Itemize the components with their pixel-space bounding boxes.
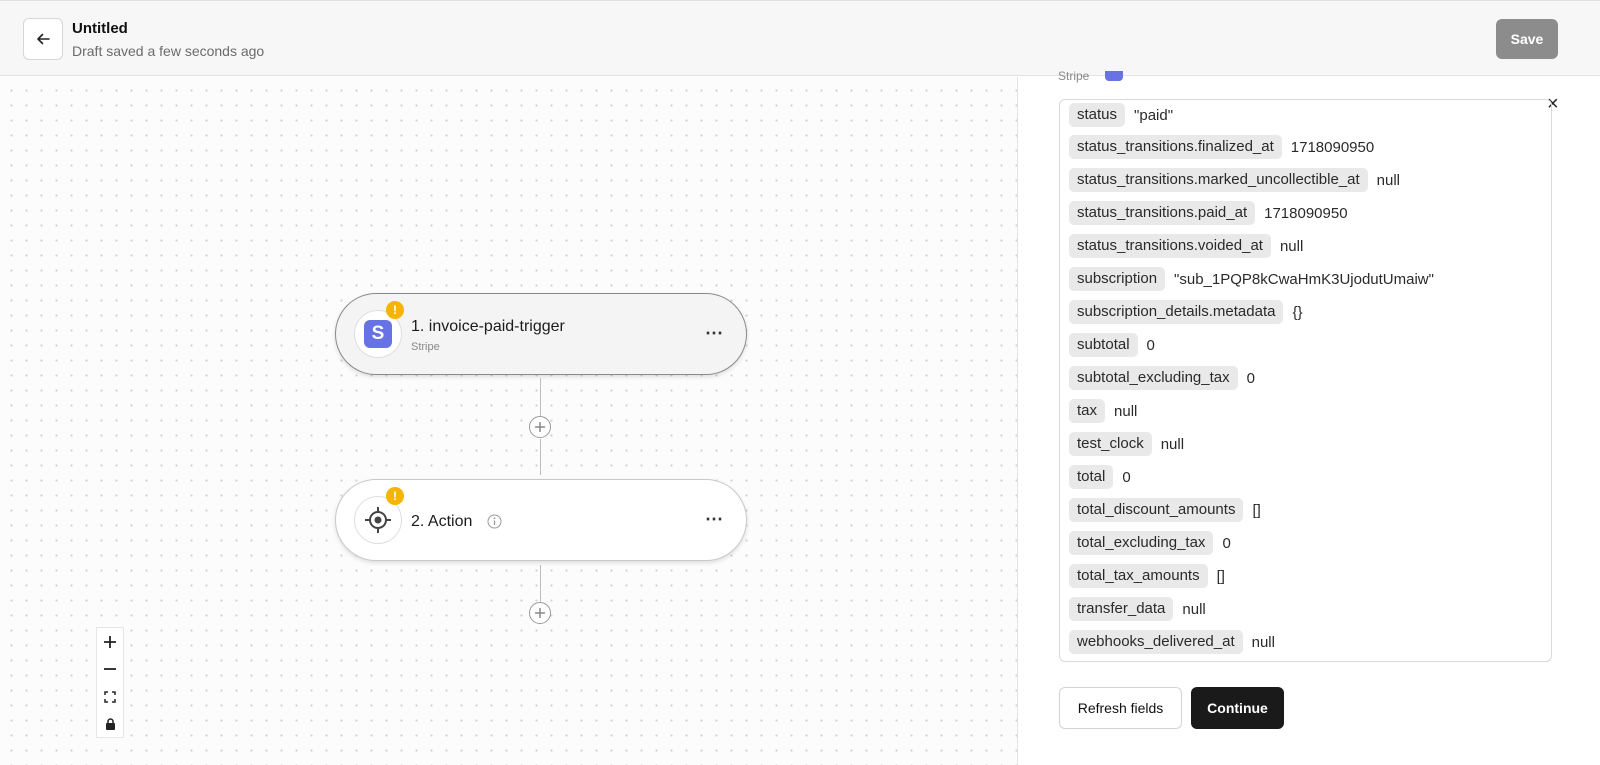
add-step-button[interactable] xyxy=(529,416,551,438)
field-row[interactable]: total_tax_amounts [] xyxy=(1069,564,1225,588)
node-menu-button[interactable]: ⋯ xyxy=(705,509,724,530)
panel-app-name: Stripe xyxy=(1058,69,1090,83)
target-icon xyxy=(365,507,391,533)
field-value: null xyxy=(1279,237,1304,255)
field-key: webhooks_delivered_at xyxy=(1069,630,1243,654)
stripe-logo-icon: S xyxy=(364,320,392,348)
field-row[interactable]: test_clock null xyxy=(1069,432,1184,456)
field-row[interactable]: subtotal_excluding_tax 0 xyxy=(1069,366,1255,390)
zoom-controls xyxy=(96,627,124,738)
field-value: "sub_1PQP8kCwaHmK3UjodutUmaiw" xyxy=(1174,270,1434,288)
fit-view-button[interactable] xyxy=(97,683,123,711)
field-key: total xyxy=(1069,465,1114,489)
plus-icon xyxy=(535,422,545,432)
field-value: null xyxy=(1160,435,1185,453)
add-step-button[interactable] xyxy=(529,602,551,624)
zoom-in-button[interactable] xyxy=(97,628,123,656)
lock-button[interactable] xyxy=(97,711,123,739)
field-key: total_excluding_tax xyxy=(1069,531,1214,555)
field-value: [] xyxy=(1216,567,1225,585)
field-value: {} xyxy=(1292,303,1303,321)
field-row[interactable]: total_excluding_tax 0 xyxy=(1069,531,1231,555)
field-row[interactable]: status_transitions.finalized_at 17180909… xyxy=(1069,135,1374,159)
field-value: 1718090950 xyxy=(1290,138,1375,156)
warning-badge: ! xyxy=(386,301,404,319)
plus-icon xyxy=(535,608,545,618)
lock-icon xyxy=(105,718,115,731)
field-value: null xyxy=(1114,402,1138,420)
field-key: status xyxy=(1069,103,1126,127)
field-key: subtotal xyxy=(1069,333,1138,357)
node-app-name: Stripe xyxy=(411,341,440,353)
plus-icon xyxy=(104,635,116,648)
fields-list[interactable]: status "paid" status_transitions.finaliz… xyxy=(1059,99,1552,662)
arrow-left-icon xyxy=(37,33,50,45)
field-value: null xyxy=(1251,633,1275,651)
field-row[interactable]: transfer_data null xyxy=(1069,597,1206,621)
field-row[interactable]: status "paid" xyxy=(1069,103,1173,127)
field-row[interactable]: status_transitions.paid_at 1718090950 xyxy=(1069,201,1348,225)
node-title: 2. Action xyxy=(411,513,473,530)
field-key: subtotal_excluding_tax xyxy=(1069,366,1238,390)
node-title: 1. invoice-paid-trigger xyxy=(411,318,565,335)
field-key: total_discount_amounts xyxy=(1069,498,1244,522)
workflow-title[interactable]: Untitled xyxy=(72,20,128,37)
field-value: null xyxy=(1376,171,1401,189)
field-value: "paid" xyxy=(1134,106,1174,124)
field-value: 0 xyxy=(1222,534,1231,552)
connector-line xyxy=(540,565,541,603)
top-bar: Untitled Draft saved a few seconds ago S… xyxy=(0,0,1600,76)
zoom-out-button[interactable] xyxy=(97,656,123,684)
field-value: 0 xyxy=(1146,336,1155,354)
back-button[interactable] xyxy=(23,18,63,60)
field-row[interactable]: status_transitions.marked_uncollectible_… xyxy=(1069,168,1400,192)
field-row[interactable]: subscription_details.metadata {} xyxy=(1069,300,1302,324)
continue-button[interactable]: Continue xyxy=(1191,687,1284,729)
field-value: 0 xyxy=(1122,468,1131,486)
field-key: tax xyxy=(1069,399,1106,423)
connector-line xyxy=(540,378,541,417)
field-row[interactable]: total_discount_amounts [] xyxy=(1069,498,1261,522)
draft-status: Draft saved a few seconds ago xyxy=(72,43,265,59)
minus-icon xyxy=(104,668,116,671)
field-key: total_tax_amounts xyxy=(1069,564,1208,588)
field-key: status_transitions.marked_uncollectible_… xyxy=(1069,168,1368,192)
info-icon[interactable] xyxy=(487,514,502,529)
field-value: null xyxy=(1182,600,1206,618)
save-button[interactable]: Save xyxy=(1496,19,1558,59)
field-value: 0 xyxy=(1246,369,1255,387)
action-node[interactable]: ! 2. Action ⋯ xyxy=(335,479,747,561)
field-row[interactable]: webhooks_delivered_at null xyxy=(1069,630,1275,654)
field-key: subscription xyxy=(1069,267,1166,291)
field-key: subscription_details.metadata xyxy=(1069,300,1284,324)
field-row[interactable]: subscription "sub_1PQP8kCwaHmK3UjodutUma… xyxy=(1069,267,1434,291)
trigger-node[interactable]: S ! 1. invoice-paid-trigger Stripe ⋯ xyxy=(335,293,747,375)
field-row[interactable]: total 0 xyxy=(1069,465,1131,489)
field-value: [] xyxy=(1252,501,1261,519)
step-details-panel: Stripe × status "paid" status_transition… xyxy=(1017,69,1600,765)
field-value: 1718090950 xyxy=(1264,204,1348,222)
fit-view-icon xyxy=(104,691,116,703)
workflow-canvas[interactable]: S ! 1. invoice-paid-trigger Stripe ⋯ ! 2… xyxy=(0,77,1017,765)
field-key: test_clock xyxy=(1069,432,1152,456)
field-row[interactable]: status_transitions.voided_at null xyxy=(1069,234,1303,258)
field-key: status_transitions.finalized_at xyxy=(1069,135,1282,159)
connector-line xyxy=(540,439,541,475)
refresh-fields-button[interactable]: Refresh fields xyxy=(1059,687,1182,729)
field-key: status_transitions.voided_at xyxy=(1069,234,1271,258)
field-row[interactable]: tax null xyxy=(1069,399,1137,423)
warning-badge: ! xyxy=(386,487,404,505)
field-key: transfer_data xyxy=(1069,597,1174,621)
node-menu-button[interactable]: ⋯ xyxy=(705,323,724,344)
field-key: status_transitions.paid_at xyxy=(1069,201,1256,225)
field-row[interactable]: subtotal 0 xyxy=(1069,333,1155,357)
stripe-logo-icon xyxy=(1105,71,1123,81)
